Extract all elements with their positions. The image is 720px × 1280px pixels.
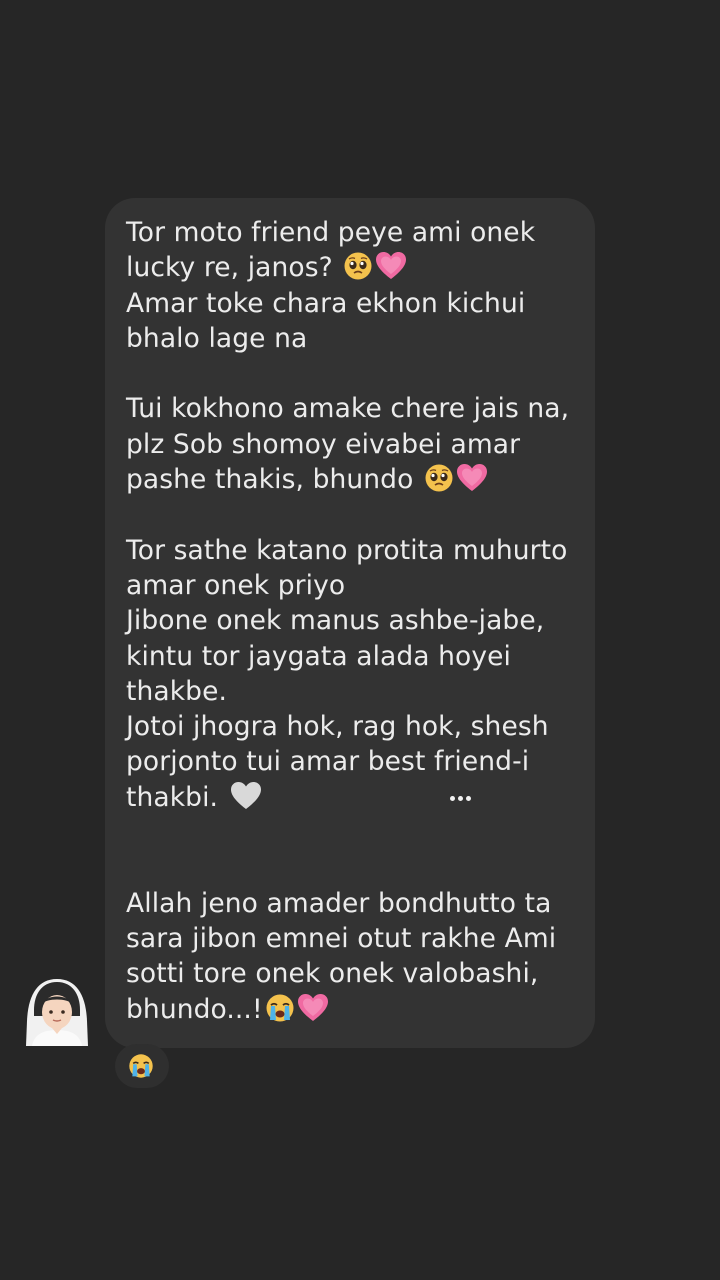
message-line: pashe thakis, bhundo [126, 462, 577, 497]
growing-heart-icon [456, 463, 488, 502]
bride-with-veil-icon [26, 979, 88, 1046]
message-line: kintu tor jaygata alada hoyei [126, 640, 512, 672]
message-line: amar onek priyo [126, 569, 346, 601]
line-break [126, 815, 577, 886]
message-line: porjonto tui amar best friend-i [126, 746, 530, 778]
more-dots-icon[interactable] [450, 794, 474, 802]
reaction-badge[interactable] [115, 1044, 169, 1088]
loudly-crying-face-icon [129, 1054, 153, 1078]
pleading-face-icon [343, 251, 373, 290]
message-line: plz Sob shomoy eivabei amar [126, 428, 521, 460]
message-line: bhalo lage na [126, 322, 308, 354]
line-break [126, 356, 577, 391]
message-line: sara jibon emnei otut rakhe Ami [126, 922, 557, 954]
message-line: Amar toke chara ekhon kichui [126, 287, 526, 319]
chat-screen: Tor moto friend peye ami onek lucky re, … [0, 0, 720, 1280]
message-line: thakbi. [126, 780, 577, 815]
pleading-face-icon [424, 463, 454, 502]
message-line: Jibone onek manus ashbe-jabe, [126, 605, 545, 637]
message-line: Jotoi jhogra hok, rag hok, shesh [126, 711, 549, 743]
white-heart-icon [229, 781, 263, 820]
message-line: Tui kokhono amake chere jais na, [126, 393, 570, 425]
message-line: Allah jeno amader bondhutto ta [126, 887, 552, 919]
loudly-crying-face-icon [265, 993, 295, 1032]
message-line: thakbe. [126, 675, 228, 707]
line-break [126, 497, 577, 532]
sender-avatar[interactable] [22, 976, 92, 1050]
message-line: Tor sathe katano protita muhurto [126, 534, 568, 566]
message-bubble[interactable]: Tor moto friend peye ami onek lucky re, … [105, 198, 595, 1048]
message-line: bhundo...! [126, 992, 577, 1027]
message-line: lucky re, janos? [126, 250, 577, 285]
message-line: sotti tore onek onek valobashi, [126, 958, 539, 990]
message-line: Tor moto friend peye ami onek [126, 217, 536, 248]
growing-heart-icon [297, 993, 329, 1032]
growing-heart-icon [375, 251, 407, 290]
